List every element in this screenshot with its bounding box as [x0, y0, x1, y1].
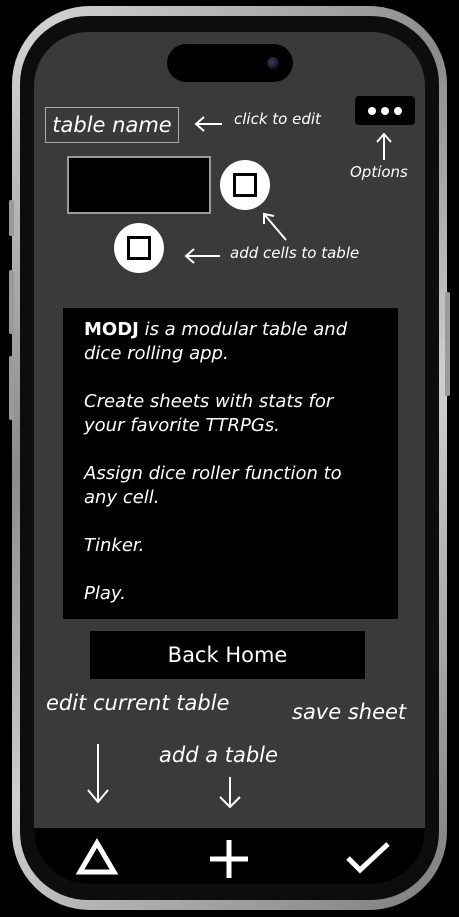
plus-icon	[210, 840, 248, 878]
side-button	[445, 292, 450, 396]
square-icon	[127, 236, 151, 260]
table-name-field[interactable]: table name	[45, 107, 179, 143]
add-cell-right-button[interactable]	[220, 160, 270, 210]
dot-icon	[394, 106, 402, 115]
side-button	[9, 200, 14, 236]
arrow-down-icon	[219, 777, 241, 809]
app-description-panel: MODJ is a modular table and dice rolling…	[63, 308, 398, 619]
tinker-text: Tinker.	[84, 535, 145, 556]
side-button	[9, 270, 14, 334]
dice-text: Assign dice roller function to any cell.	[84, 463, 342, 508]
check-icon	[346, 842, 390, 874]
add-table-button[interactable]	[208, 838, 250, 880]
app-screen: table name click to edit Options add cel…	[34, 32, 425, 884]
arrow-left-icon	[184, 248, 220, 264]
square-icon	[233, 173, 257, 197]
table-cell[interactable]	[67, 156, 211, 214]
phone-mockup: table name click to edit Options add cel…	[0, 0, 459, 917]
dot-icon	[368, 106, 376, 115]
arrow-diagonal-icon	[263, 212, 287, 241]
click-to-edit-hint: click to edit	[234, 110, 321, 128]
triangle-icon	[75, 838, 119, 875]
bottom-nav-bar	[34, 828, 425, 884]
edit-table-button[interactable]	[75, 838, 119, 876]
add-cells-hint: add cells to table	[230, 244, 360, 262]
dynamic-island	[167, 44, 293, 82]
side-button	[9, 356, 14, 420]
intro-text: MODJ is a modular table and dice rolling…	[84, 319, 348, 364]
options-button[interactable]	[355, 96, 415, 125]
add-cell-below-button[interactable]	[114, 223, 164, 273]
sheets-text: Create sheets with stats for your favori…	[84, 391, 334, 436]
save-sheet-button[interactable]	[344, 840, 392, 876]
options-label: Options	[350, 163, 408, 181]
brand-name: MODJ	[84, 319, 139, 340]
back-home-button[interactable]: Back Home	[90, 631, 365, 679]
dot-icon	[381, 106, 389, 115]
play-text: Play.	[84, 583, 126, 604]
save-sheet-hint: save sheet	[292, 700, 407, 724]
add-table-hint: add a table	[159, 743, 278, 767]
arrow-left-icon	[194, 116, 222, 132]
arrow-up-icon	[376, 132, 392, 160]
camera-icon	[267, 57, 279, 69]
edit-table-hint: edit current table	[46, 691, 230, 715]
arrow-down-icon	[87, 744, 109, 804]
